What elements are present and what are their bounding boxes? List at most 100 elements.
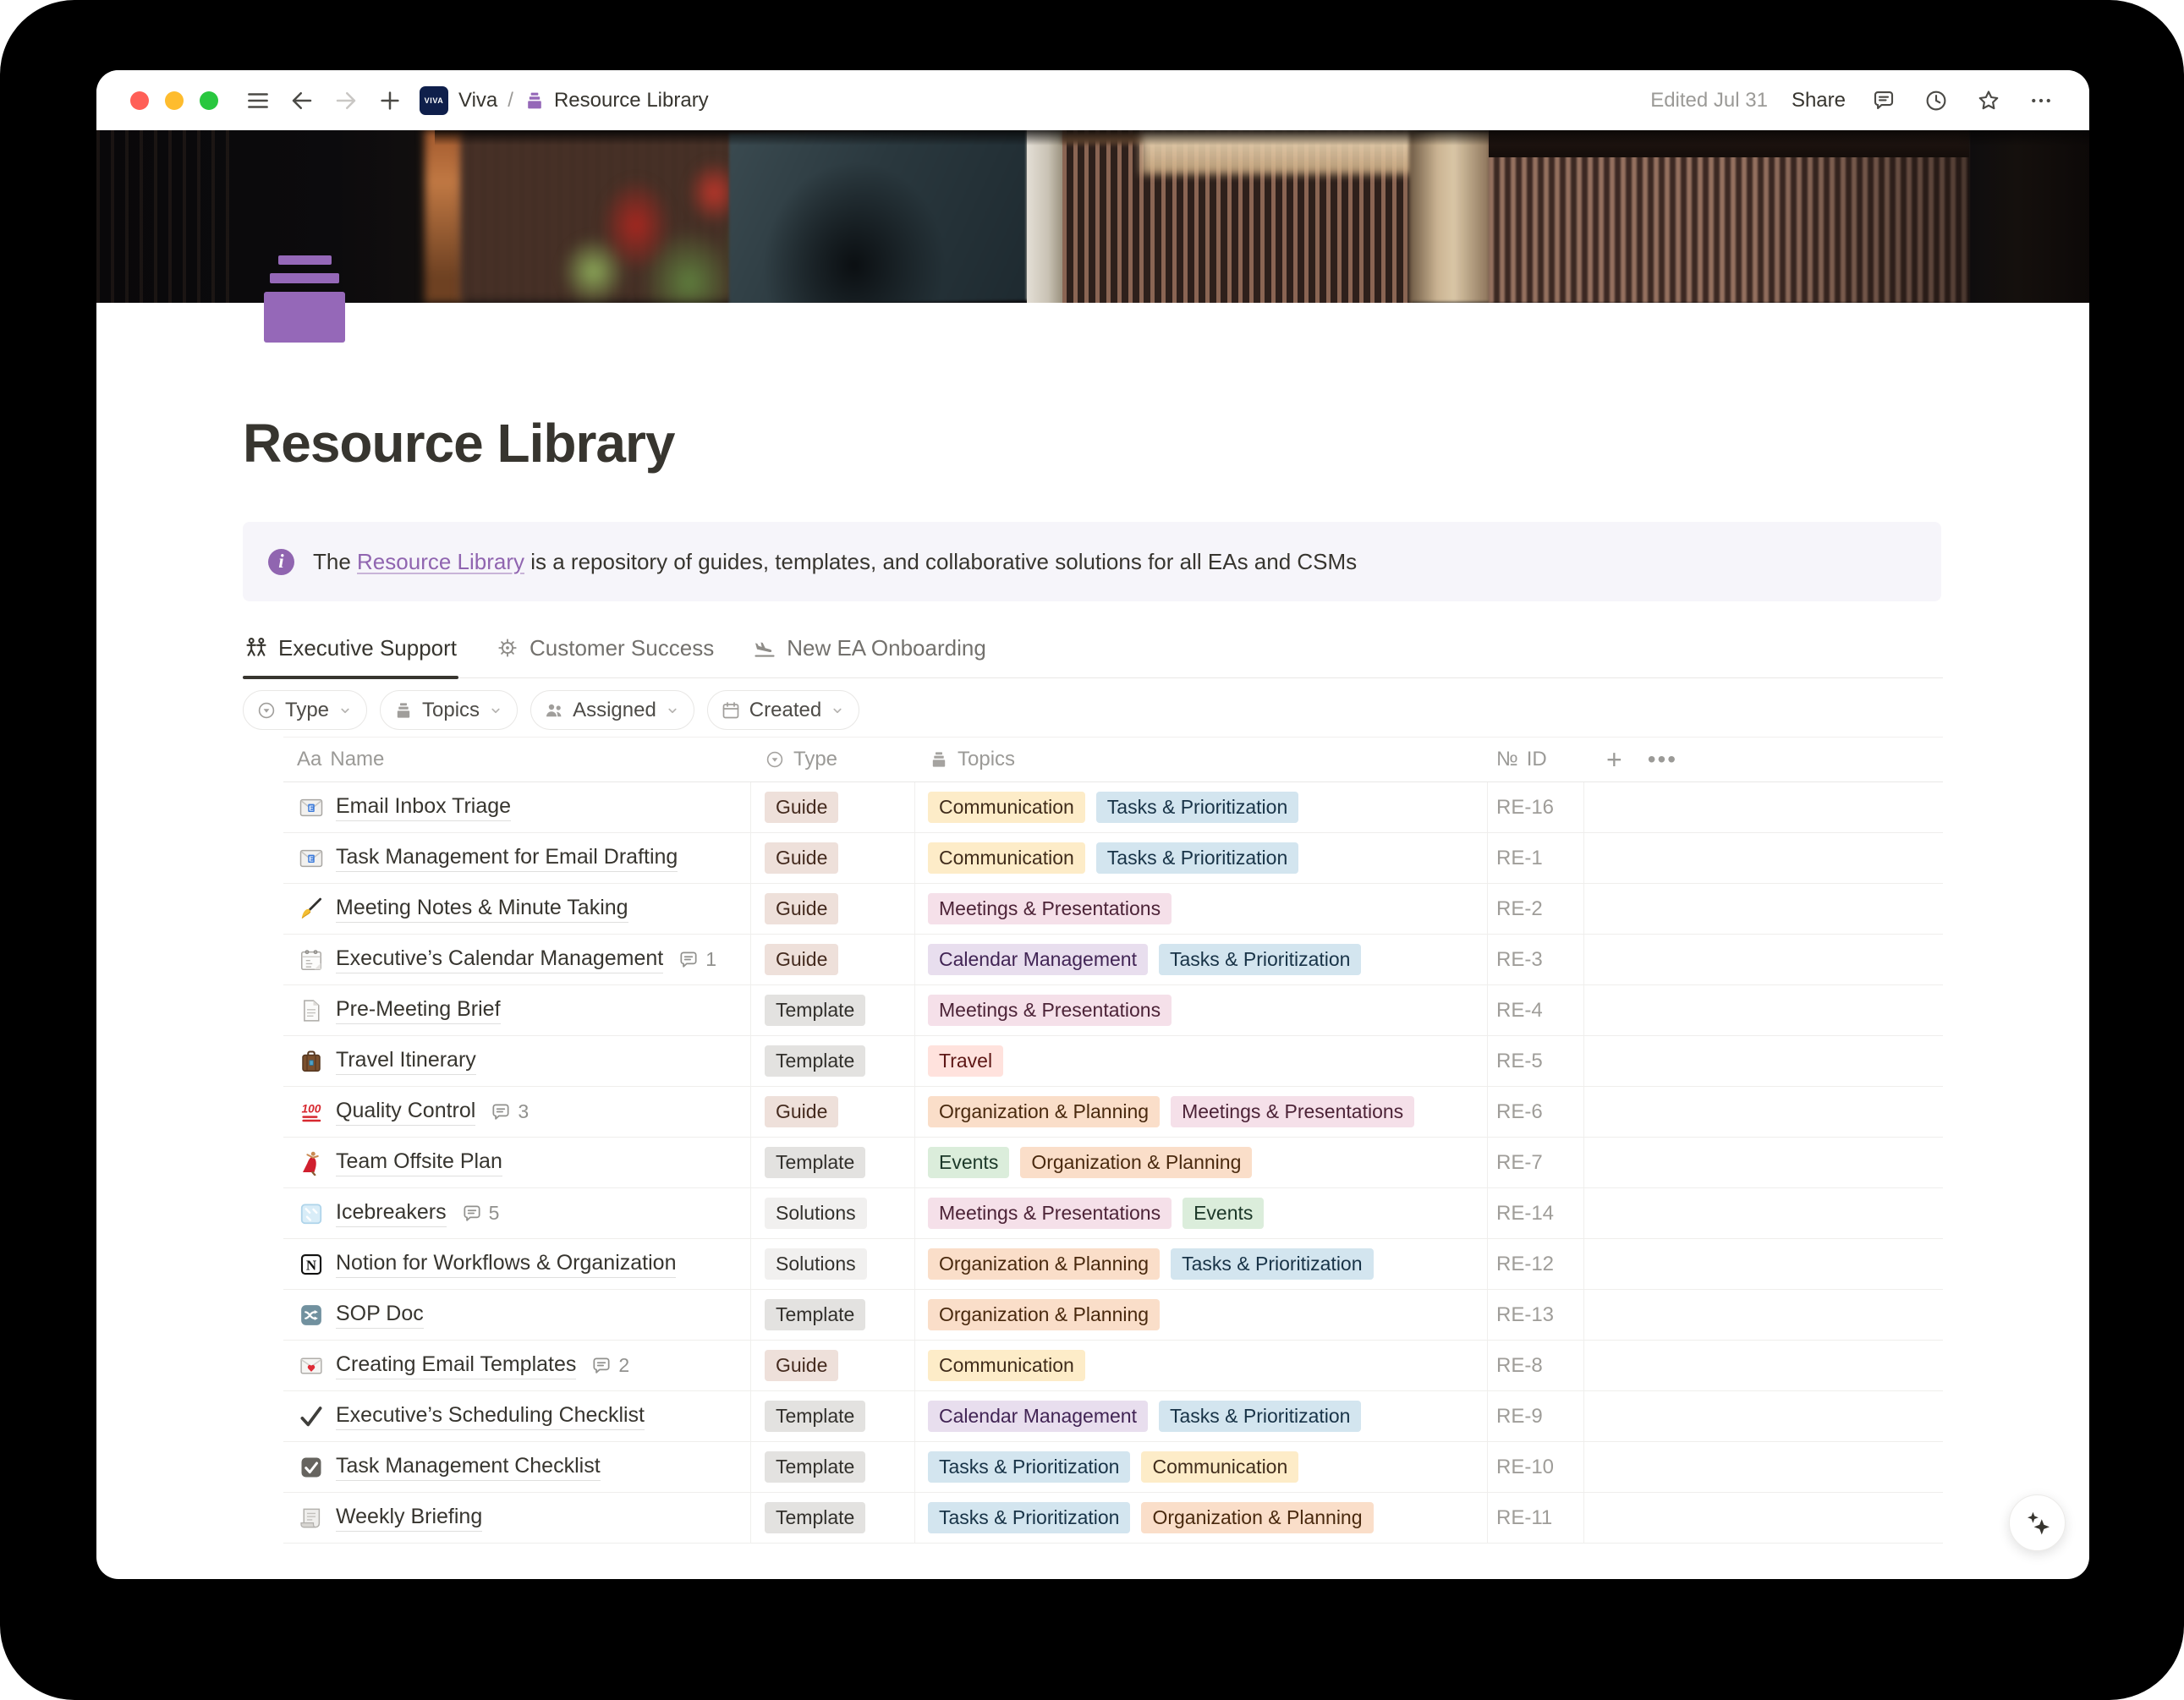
history-clock-icon[interactable] [1922, 86, 1951, 115]
type-badge[interactable]: Template [765, 1147, 865, 1178]
table-row[interactable]: E Task Management for Email Drafting Gui… [283, 833, 1943, 884]
row-title[interactable]: Notion for Workflows & Organization [336, 1251, 676, 1278]
topics-cell[interactable]: Communication [915, 1341, 1488, 1390]
favorite-star-icon[interactable] [1974, 86, 2003, 115]
row-title[interactable]: SOP Doc [336, 1302, 424, 1329]
table-row[interactable]: SOP Doc Template Organization & Planning… [283, 1290, 1943, 1341]
topic-badge[interactable]: Communication [928, 792, 1085, 823]
page-icon[interactable] [264, 255, 345, 343]
row-title[interactable]: Travel Itinerary [336, 1048, 476, 1075]
row-title[interactable]: Creating Email Templates [336, 1352, 576, 1379]
comment-count[interactable]: 1 [678, 948, 716, 971]
type-cell[interactable]: Template [751, 985, 915, 1035]
filter-pill-topics[interactable]: Topics [380, 690, 518, 730]
breadcrumb-workspace[interactable]: Viva [458, 89, 497, 112]
table-row[interactable]: Executive’s Calendar Management 1 Guide … [283, 935, 1943, 985]
column-header-topics[interactable]: Topics [915, 738, 1488, 781]
type-cell[interactable]: Guide [751, 935, 915, 984]
name-cell[interactable]: Weekly Briefing [283, 1493, 751, 1543]
filter-pill-type[interactable]: Type [243, 690, 367, 730]
topics-cell[interactable]: Calendar Management Tasks & Prioritizatio… [915, 935, 1488, 984]
topic-badge[interactable]: Tasks & Prioritization [1096, 842, 1298, 874]
topic-badge[interactable]: Tasks & Prioritization [1171, 1248, 1373, 1280]
type-cell[interactable]: Guide [751, 1341, 915, 1390]
table-row[interactable]: Executive’s Scheduling Checklist Templat… [283, 1391, 1943, 1442]
name-cell[interactable]: Executive’s Scheduling Checklist [283, 1391, 751, 1441]
table-row[interactable]: E Email Inbox Triage Guide Communication… [283, 782, 1943, 833]
id-cell[interactable]: RE-16 [1488, 782, 1584, 832]
table-row[interactable]: 100 Quality Control 3 Guide Organization… [283, 1087, 1943, 1138]
id-cell[interactable]: RE-13 [1488, 1290, 1584, 1340]
name-cell[interactable]: N Notion for Workflows & Organization [283, 1239, 751, 1289]
type-badge[interactable]: Template [765, 1451, 865, 1483]
name-cell[interactable]: 100 Quality Control 3 [283, 1087, 751, 1137]
forward-icon[interactable] [332, 86, 360, 115]
topics-cell[interactable]: Travel [915, 1036, 1488, 1086]
topic-badge[interactable]: Tasks & Prioritization [1096, 792, 1298, 823]
row-title[interactable]: Pre-Meeting Brief [336, 997, 501, 1024]
topic-badge[interactable]: Communication [928, 1350, 1085, 1381]
name-cell[interactable]: Pre-Meeting Brief [283, 985, 751, 1035]
table-row[interactable]: Meeting Notes & Minute Taking Guide Meet… [283, 884, 1943, 935]
comment-count[interactable]: 3 [490, 1100, 529, 1123]
filter-pill-assigned[interactable]: Assigned [530, 690, 694, 730]
topic-badge[interactable]: Organization & Planning [928, 1096, 1160, 1127]
table-row[interactable]: Weekly Briefing Template Tasks & Priorit… [283, 1493, 1943, 1544]
id-cell[interactable]: RE-11 [1488, 1493, 1584, 1543]
id-cell[interactable]: RE-9 [1488, 1391, 1584, 1441]
table-row[interactable]: N Notion for Workflows & Organization So… [283, 1239, 1943, 1290]
topics-cell[interactable]: CommunicationTasks & Prioritization [915, 833, 1488, 883]
topics-cell[interactable]: Organization & Planning [915, 1290, 1488, 1340]
column-header-id[interactable]: № ID [1488, 738, 1584, 781]
row-title[interactable]: Executive’s Calendar Management [336, 946, 663, 973]
topics-cell[interactable]: Tasks & PrioritizationCommunication [915, 1442, 1488, 1492]
topics-cell[interactable]: Calendar ManagementTasks & Prioritizatio… [915, 1391, 1488, 1441]
table-options-button[interactable]: ••• [1648, 746, 1677, 773]
type-cell[interactable]: Guide [751, 884, 915, 934]
type-badge[interactable]: Template [765, 1502, 865, 1533]
topic-badge[interactable]: Tasks & Prioritization [1159, 944, 1361, 975]
topic-badge[interactable]: Meetings & Presentations [928, 995, 1172, 1026]
cover-image[interactable] [96, 130, 2089, 303]
type-badge[interactable]: Guide [765, 944, 838, 975]
more-options-icon[interactable] [2027, 86, 2055, 115]
row-title[interactable]: Quality Control [336, 1099, 475, 1126]
topic-badge[interactable]: Organization & Planning [928, 1248, 1160, 1280]
type-badge[interactable]: Template [765, 1045, 865, 1077]
topic-badge[interactable]: Events [928, 1147, 1009, 1178]
type-badge[interactable]: Guide [765, 842, 838, 874]
type-cell[interactable]: Template [751, 1442, 915, 1492]
topic-badge[interactable]: Meetings & Presentations [928, 1198, 1172, 1229]
menu-icon[interactable] [244, 86, 272, 115]
name-cell[interactable]: Creating Email Templates 2 [283, 1341, 751, 1390]
type-cell[interactable]: Template [751, 1493, 915, 1543]
topic-badge[interactable]: Tasks & Prioritization [928, 1502, 1130, 1533]
topics-cell[interactable]: Organization & Planning Tasks & Prioritiz… [915, 1239, 1488, 1289]
comment-count[interactable]: 5 [461, 1202, 500, 1225]
id-cell[interactable]: RE-6 [1488, 1087, 1584, 1137]
row-title[interactable]: Meeting Notes & Minute Taking [336, 896, 628, 923]
name-cell[interactable]: Task Management Checklist [283, 1442, 751, 1492]
type-badge[interactable]: Solutions [765, 1198, 867, 1229]
type-badge[interactable]: Template [765, 1401, 865, 1432]
type-badge[interactable]: Template [765, 995, 865, 1026]
topic-badge[interactable]: Meetings & Presentations [928, 893, 1172, 924]
resource-library-link[interactable]: Resource Library [357, 549, 524, 574]
name-cell[interactable]: Icebreakers 5 [283, 1188, 751, 1238]
comments-icon[interactable] [1869, 86, 1898, 115]
type-cell[interactable]: Template [751, 1290, 915, 1340]
name-cell[interactable]: Executive’s Calendar Management 1 [283, 935, 751, 984]
topics-cell[interactable]: Communication Tasks & Prioritization [915, 782, 1488, 832]
minimize-window-button[interactable] [165, 91, 184, 110]
topic-badge[interactable]: Calendar Management [928, 944, 1148, 975]
type-badge[interactable]: Guide [765, 792, 838, 823]
name-cell[interactable]: Meeting Notes & Minute Taking [283, 884, 751, 934]
type-badge[interactable]: Template [765, 1299, 865, 1330]
type-cell[interactable]: Guide [751, 1087, 915, 1137]
topics-cell[interactable]: Organization & PlanningMeetings & Presen… [915, 1087, 1488, 1137]
topic-badge[interactable]: Tasks & Prioritization [1159, 1401, 1361, 1432]
type-cell[interactable]: Template [751, 1138, 915, 1187]
type-badge[interactable]: Guide [765, 1096, 838, 1127]
row-title[interactable]: Email Inbox Triage [336, 794, 511, 821]
id-cell[interactable]: RE-1 [1488, 833, 1584, 883]
